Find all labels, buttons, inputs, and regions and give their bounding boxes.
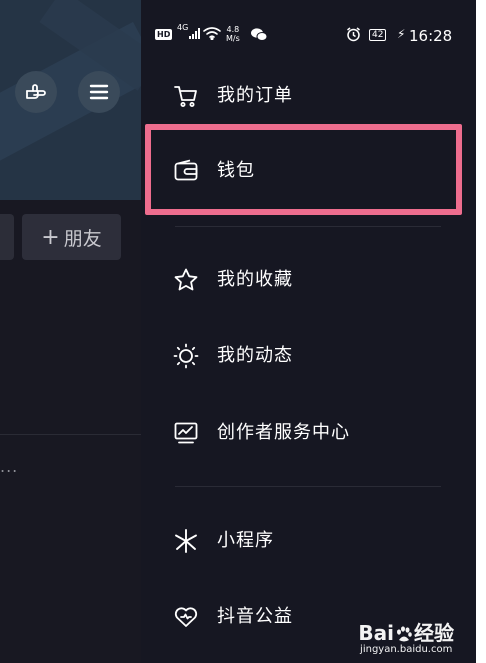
- paw-icon: [397, 625, 412, 641]
- wifi-icon: [203, 27, 221, 40]
- menu-divider: [175, 226, 441, 227]
- background-divider: [0, 434, 141, 435]
- hand-pointer-button[interactable]: [15, 71, 57, 113]
- menu-item-label: 小程序: [217, 530, 274, 551]
- baidu-jingyan-watermark: Bai 经验 jingyan.baidu.com: [358, 621, 454, 655]
- menu-item-favorites[interactable]: 我的收藏: [141, 252, 476, 308]
- background-ellipsis: ...: [0, 457, 19, 476]
- hand-pointer-icon: [26, 84, 46, 99]
- sun-icon: [173, 343, 199, 369]
- watermark-url: jingyan.baidu.com: [360, 644, 453, 655]
- chart-monitor-icon: [174, 422, 198, 444]
- menu-item-label: 创作者服务中心: [217, 422, 350, 443]
- background-content: [0, 200, 141, 663]
- background-button-partial[interactable]: [0, 214, 14, 260]
- menu-button[interactable]: [78, 71, 120, 113]
- status-bar: HD 4G 4.8 M/s 42 ⚡ 16:28: [141, 0, 476, 60]
- menu-item-label: 抖音公益: [217, 606, 293, 627]
- alarm-icon: [347, 27, 360, 42]
- battery-indicator: 42: [369, 29, 387, 41]
- menu-item-label: 钱包: [217, 160, 255, 181]
- menu-item-mini-programs[interactable]: 小程序: [141, 513, 476, 569]
- menu-item-wallet[interactable]: 钱包: [141, 143, 476, 199]
- network-speed: 4.8 M/s: [226, 25, 240, 43]
- menu-item-label: 我的收藏: [217, 269, 293, 290]
- background-profile-header: [0, 0, 141, 200]
- signal-icon: [189, 28, 200, 39]
- shopping-cart-icon: [174, 86, 197, 107]
- wallet-icon: [174, 159, 198, 181]
- mini-program-icon: [175, 529, 197, 553]
- menu-item-label: 我的动态: [217, 345, 293, 366]
- network-type: 4G: [177, 23, 189, 32]
- menu-divider: [175, 486, 441, 487]
- plus-icon: +: [41, 224, 60, 250]
- clock: 16:28: [409, 27, 453, 45]
- hd-badge: HD: [155, 29, 173, 40]
- menu-item-creator-center[interactable]: 创作者服务中心: [141, 405, 476, 461]
- side-drawer: HD 4G 4.8 M/s 42 ⚡ 16:28 我的订单 钱包 我的收藏 我的…: [141, 0, 476, 663]
- hamburger-menu-icon: [89, 84, 109, 100]
- menu-item-label: 我的订单: [217, 85, 293, 106]
- add-friend-button[interactable]: + 朋友: [22, 214, 121, 260]
- wechat-icon: [251, 28, 267, 41]
- heart-icon: [174, 607, 198, 627]
- page-margin: [476, 0, 486, 663]
- add-friend-label: 朋友: [63, 227, 102, 250]
- charging-icon: ⚡: [397, 27, 406, 41]
- menu-item-orders[interactable]: 我的订单: [141, 68, 476, 124]
- menu-item-moments[interactable]: 我的动态: [141, 328, 476, 384]
- star-icon: [174, 268, 198, 291]
- app-screen: + 朋友 ... HD 4G 4.8 M/s 42 ⚡ 16:28 我的订单 钱…: [0, 0, 476, 663]
